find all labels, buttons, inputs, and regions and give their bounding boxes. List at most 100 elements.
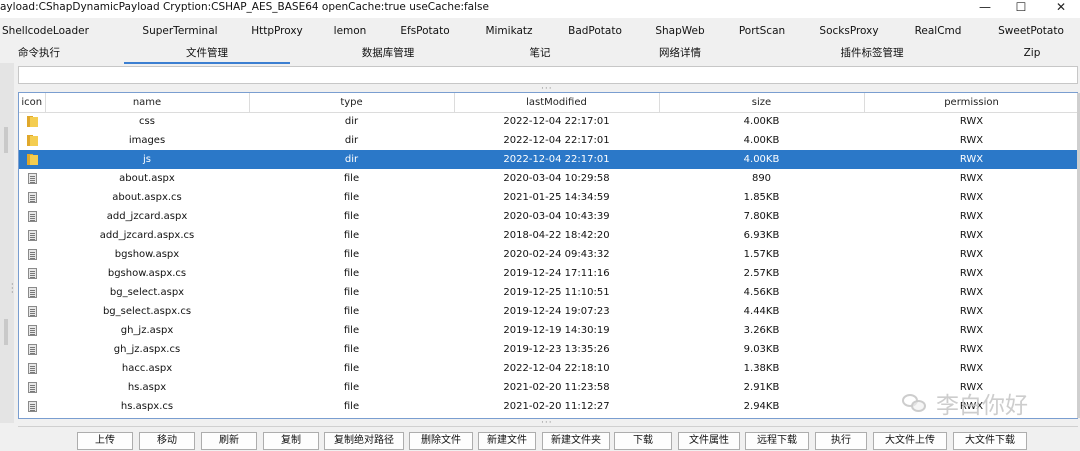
cell-permission: RWX xyxy=(959,268,984,279)
file-icon xyxy=(27,191,37,203)
cell-type: file xyxy=(343,363,360,374)
table-row[interactable]: about.aspx.cs file 2021-01-25 14:34:59 1.85… xyxy=(19,188,1077,207)
action-button-8[interactable]: 新建文件夹 xyxy=(542,432,610,450)
action-button-4[interactable]: 复制 xyxy=(263,432,319,450)
table-row[interactable]: hacc.aspx file 2022-12-04 22:18:10 1.38KB RW… xyxy=(19,359,1077,378)
table-row[interactable]: add_jzcard.aspx file 2020-03-04 10:43:39 7.… xyxy=(19,207,1077,226)
cell-size: 4.56KB xyxy=(743,287,780,298)
plugin-tab-efspotato[interactable]: EfsPotato xyxy=(398,20,452,42)
action-button-6[interactable]: 删除文件 xyxy=(409,432,473,450)
cell-name: hacc.aspx xyxy=(121,363,173,374)
main-tab-2[interactable]: 文件管理 xyxy=(124,42,290,64)
cell-type: file xyxy=(343,249,360,260)
maximize-button[interactable]: ☐ xyxy=(1004,0,1038,16)
action-button-bar: 上传 移动 刷新 复制 复制绝对路径 删除文件 新建文件 新建文件夹 下载 文件属性 远程下载 执行大… xyxy=(18,426,1078,451)
action-button-13[interactable]: 大文件上传 xyxy=(873,432,947,450)
action-button-2[interactable]: 移动 xyxy=(139,432,195,450)
cell-permission: RWX xyxy=(959,363,984,374)
table-header-row: icon name type lastModified size permiss… xyxy=(19,93,1077,113)
plugin-tab-realcmd[interactable]: RealCmd xyxy=(913,20,963,42)
file-icon xyxy=(27,324,37,336)
main-tab-1[interactable]: 命令执行 xyxy=(12,42,66,64)
cell-type: file xyxy=(343,230,360,241)
main-tab-4[interactable]: 笔记 xyxy=(510,42,570,64)
action-button-9[interactable]: 下载 xyxy=(614,432,672,450)
action-button-1[interactable]: 上传 xyxy=(77,432,133,450)
plugin-tab-socksproxy[interactable]: SocksProxy xyxy=(818,20,880,42)
action-button-5[interactable]: 复制绝对路径 xyxy=(324,432,404,450)
row-icon-cell xyxy=(19,131,45,150)
cell-lastmodified: 2020-03-04 10:29:58 xyxy=(503,173,610,184)
minimize-button[interactable]: — xyxy=(968,0,1002,16)
action-button-10[interactable]: 文件属性 xyxy=(678,432,740,450)
column-header-icon[interactable]: icon xyxy=(19,93,46,113)
plugin-tab-portscan[interactable]: PortScan xyxy=(737,20,787,42)
column-header-lastmodified[interactable]: lastModified xyxy=(454,93,660,113)
cell-type: file xyxy=(343,287,360,298)
cell-name: bgshow.aspx.cs xyxy=(107,268,187,279)
plugin-tab-shapweb[interactable]: ShapWeb xyxy=(652,20,708,42)
splitter-grip-icon[interactable]: ··· xyxy=(11,281,17,297)
column-header-permission[interactable]: permission xyxy=(864,93,1077,113)
path-input[interactable] xyxy=(18,66,1078,84)
watermark: 李白你好 xyxy=(902,386,1028,420)
plugin-tab-mimikatz[interactable]: Mimikatz xyxy=(483,20,535,42)
cell-name: css xyxy=(139,116,155,128)
table-row[interactable]: add_jzcard.aspx.cs file 2018-04-22 18:42:2… xyxy=(19,226,1077,245)
table-row[interactable]: gh_jz.aspx file 2019-12-19 14:30:19 3.26KB R… xyxy=(19,321,1077,340)
close-button[interactable]: ✕ xyxy=(1044,0,1078,16)
action-button-3[interactable]: 刷新 xyxy=(201,432,257,450)
file-icon xyxy=(27,400,37,412)
cell-type: file xyxy=(343,268,360,279)
table-row[interactable]: css dir 2022-12-04 22:17:01 4.00KB RWX xyxy=(19,112,1077,131)
row-icon-cell xyxy=(19,169,45,188)
cell-name: add_jzcard.aspx.cs xyxy=(99,230,195,241)
main-tab-5[interactable]: 网络详情 xyxy=(640,42,720,64)
column-header-size[interactable]: size xyxy=(659,93,865,113)
plugin-tab-shellcodeloader[interactable]: ShellcodeLoader xyxy=(2,20,89,42)
file-icon xyxy=(27,210,37,222)
cell-permission: RWX xyxy=(959,116,984,128)
table-row[interactable]: bg_select.aspx.cs file 2019-12-24 19:07:23… xyxy=(19,302,1077,321)
cell-size: 1.85KB xyxy=(743,192,780,203)
cell-size: 3.26KB xyxy=(743,325,780,336)
cell-permission: RWX xyxy=(959,192,984,203)
action-button-7[interactable]: 新建文件 xyxy=(478,432,536,450)
plugin-tab-httpproxy[interactable]: HttpProxy xyxy=(248,20,306,42)
cell-name: images xyxy=(128,135,166,146)
column-header-name[interactable]: name xyxy=(45,93,250,113)
cell-size: 6.93KB xyxy=(743,230,780,241)
plugin-tab-badpotato[interactable]: BadPotato xyxy=(564,20,626,42)
cell-name: about.aspx xyxy=(119,173,175,184)
row-icon-cell xyxy=(19,226,45,245)
cell-name: gh_jz.aspx.cs xyxy=(113,344,181,355)
column-header-type[interactable]: type xyxy=(249,93,455,113)
plugin-tab-lemon[interactable]: lemon xyxy=(330,20,370,42)
plugin-tab-superterminal[interactable]: SuperTerminal xyxy=(140,20,220,42)
main-tab-3[interactable]: 数据库管理 xyxy=(330,42,446,64)
action-button-14[interactable]: 大文件下载 xyxy=(953,432,1027,450)
table-row[interactable]: bgshow.aspx file 2020-02-24 09:43:32 1.57KB… xyxy=(19,245,1077,264)
cell-size: 7.80KB xyxy=(743,211,780,222)
cell-lastmodified: 2019-12-24 17:11:16 xyxy=(503,268,610,279)
cell-type: file xyxy=(343,325,360,336)
cell-size: 4.00KB xyxy=(659,150,864,169)
cell-type: file xyxy=(343,173,360,184)
file-table: icon name type lastModified size permiss… xyxy=(18,92,1078,419)
table-row[interactable]: bg_select.aspx file 2019-12-25 11:10:51 4.5… xyxy=(19,283,1077,302)
action-button-12[interactable]: 执行 xyxy=(815,432,867,450)
table-row[interactable]: js dir 2022-12-04 22:17:01 4.00KB RWX xyxy=(19,150,1077,169)
cell-lastmodified: 2022-12-04 22:17:01 xyxy=(503,135,610,146)
watermark-text: 李白你好 xyxy=(936,393,1028,419)
main-tab-6[interactable]: 插件标签管理 xyxy=(800,42,944,64)
row-icon-cell xyxy=(19,207,45,226)
table-row[interactable]: images dir 2022-12-04 22:17:01 4.00KB RWX xyxy=(19,131,1077,150)
table-row[interactable]: bgshow.aspx.cs file 2019-12-24 17:11:16 2.5… xyxy=(19,264,1077,283)
table-row[interactable]: about.aspx file 2020-03-04 10:29:58 890 RWX xyxy=(19,169,1077,188)
row-icon-cell xyxy=(19,264,45,283)
file-icon xyxy=(27,343,37,355)
action-button-11[interactable]: 远程下载 xyxy=(745,432,809,450)
table-row[interactable]: gh_jz.aspx.cs file 2019-12-23 13:35:26 9.03… xyxy=(19,340,1077,359)
main-tab-7[interactable]: Zip xyxy=(1005,42,1059,64)
plugin-tab-sweetpotato[interactable]: SweetPotato xyxy=(998,20,1064,42)
